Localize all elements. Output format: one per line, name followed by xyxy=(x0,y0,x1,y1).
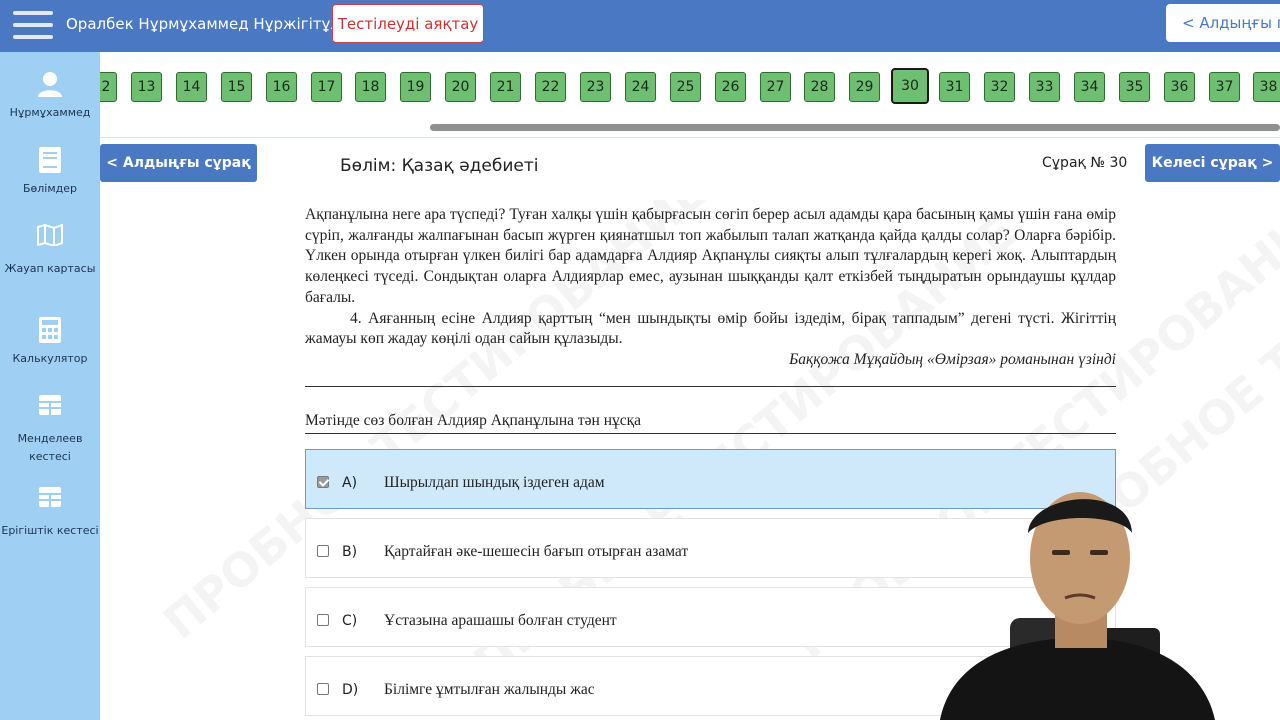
question-button-16[interactable]: 16 xyxy=(266,72,297,102)
question-button-20[interactable]: 20 xyxy=(445,72,476,102)
user-name: Оралбек Нұрмұхаммед Нұржігітұлы xyxy=(66,15,352,33)
sidebar-label: Нұрмұхаммед xyxy=(9,106,91,119)
calculator-icon xyxy=(39,317,61,343)
option-text: Шырылдап шындық іздеген адам xyxy=(384,474,605,491)
sidebar-item-calculator[interactable]: Калькулятор xyxy=(0,316,100,368)
question-button-12[interactable]: 12 xyxy=(100,72,117,102)
sidebar-label: Калькулятор xyxy=(12,352,88,365)
question-button-18[interactable]: 18 xyxy=(355,72,386,102)
sidebar-item-solubility[interactable]: Ерігіштік кестесі xyxy=(0,486,100,540)
presenter-image xyxy=(940,492,1215,720)
option-text: Білімге ұмтылған жалынды жас xyxy=(384,681,595,698)
question-button-22[interactable]: 22 xyxy=(535,72,566,102)
section-title: Бөлім: Қазақ әдебиеті xyxy=(340,156,539,176)
sidebar-item-sections[interactable]: Бөлімдер xyxy=(0,146,100,198)
option-checkbox[interactable] xyxy=(317,614,329,626)
question-button-33[interactable]: 33 xyxy=(1029,72,1060,102)
sidebar-label: Бөлімдер xyxy=(22,182,78,195)
question-button-27[interactable]: 27 xyxy=(760,72,791,102)
prev-top-button[interactable]: < Алдыңғы па xyxy=(1166,4,1280,42)
question-button-17[interactable]: 17 xyxy=(311,72,342,102)
question-nav-scrollbar[interactable] xyxy=(430,124,1280,131)
map-icon xyxy=(37,224,63,246)
question-text: Мәтінде сөз болған Алдияр Ақпанұлына тән… xyxy=(305,412,642,429)
sidebar-label: Менделеев кестесі xyxy=(17,432,83,463)
question-button-15[interactable]: 15 xyxy=(221,72,252,102)
table-icon xyxy=(39,395,61,415)
passage-source: Баққожа Мұқайдың «Өмірзая» романынан үзі… xyxy=(789,350,1116,368)
option-checkbox[interactable] xyxy=(317,545,329,557)
user-icon xyxy=(38,72,62,97)
question-button-38[interactable]: 38 xyxy=(1253,72,1280,102)
question-button-14[interactable]: 14 xyxy=(176,72,207,102)
question-navigator: 12 13 14 15 16 17 18 19 20 21 22 23 24 25 26 27 28 29 30 31… xyxy=(100,52,1280,136)
question-button-34[interactable]: 34 xyxy=(1074,72,1105,102)
sidebar: Нұрмұхаммед Бөлімдер Жауап картасы Кальк… xyxy=(0,52,100,720)
question-button-21[interactable]: 21 xyxy=(490,72,521,102)
divider xyxy=(305,433,1116,434)
sidebar-item-answer-map[interactable]: Жауап картасы xyxy=(0,224,100,278)
question-button-28[interactable]: 28 xyxy=(804,72,835,102)
question-button-31[interactable]: 31 xyxy=(939,72,970,102)
reading-passage: Ақпанұлына неге ара түспеді? Туған халқы… xyxy=(305,205,1116,371)
table-icon xyxy=(39,487,61,507)
question-button-13[interactable]: 13 xyxy=(131,72,162,102)
question-button-19[interactable]: 19 xyxy=(400,72,431,102)
question-button-23[interactable]: 23 xyxy=(580,72,611,102)
webcam-overlay xyxy=(940,488,1215,720)
question-button-29[interactable]: 29 xyxy=(849,72,880,102)
menu-icon[interactable] xyxy=(13,11,53,39)
question-number: Сұрақ № 30 xyxy=(1042,155,1128,171)
option-letter: A) xyxy=(342,475,358,491)
question-button-26[interactable]: 26 xyxy=(715,72,746,102)
question-button-36[interactable]: 36 xyxy=(1164,72,1195,102)
option-text: Ұстазына арашашы болған студент xyxy=(384,612,617,629)
option-letter: D) xyxy=(342,682,359,698)
option-checkbox[interactable] xyxy=(317,683,329,695)
sidebar-label: Ерігіштік кестесі xyxy=(1,524,99,537)
question-button-37[interactable]: 37 xyxy=(1209,72,1240,102)
section-header: < Алдыңғы сұрақ Бөлім: Қазақ әдебиеті Сұ… xyxy=(100,137,1280,209)
option-checkbox[interactable] xyxy=(317,476,329,488)
divider xyxy=(305,386,1116,387)
option-text: Қартайған әке-шешесін бағып отырған азам… xyxy=(384,543,689,560)
finish-test-button[interactable]: Тестілеуді аяқтау xyxy=(332,4,484,43)
question-button-35[interactable]: 35 xyxy=(1119,72,1150,102)
question-button-24[interactable]: 24 xyxy=(625,72,656,102)
sidebar-label: Жауап картасы xyxy=(4,262,96,275)
sidebar-item-mendeleev[interactable]: Менделеев кестесі xyxy=(0,394,100,466)
next-question-button[interactable]: Келесі сұрақ > xyxy=(1145,144,1280,182)
option-letter: B) xyxy=(342,544,358,560)
question-button-30[interactable]: 30 xyxy=(891,68,929,104)
top-bar: Оралбек Нұрмұхаммед Нұржігітұлы Тестілеу… xyxy=(0,0,1280,52)
option-letter: C) xyxy=(342,613,358,629)
book-icon xyxy=(39,147,61,173)
question-button-32[interactable]: 32 xyxy=(984,72,1015,102)
sidebar-item-profile[interactable]: Нұрмұхаммед xyxy=(0,70,100,122)
prev-question-button[interactable]: < Алдыңғы сұрақ xyxy=(100,144,257,182)
passage-paragraph: Ақпанұлына неге ара түспеді? Туған халқы… xyxy=(305,206,1116,306)
question-button-25[interactable]: 25 xyxy=(670,72,701,102)
passage-paragraph: 4. Аяғанның есіне Алдияр қарттың “мен шы… xyxy=(305,309,1116,348)
